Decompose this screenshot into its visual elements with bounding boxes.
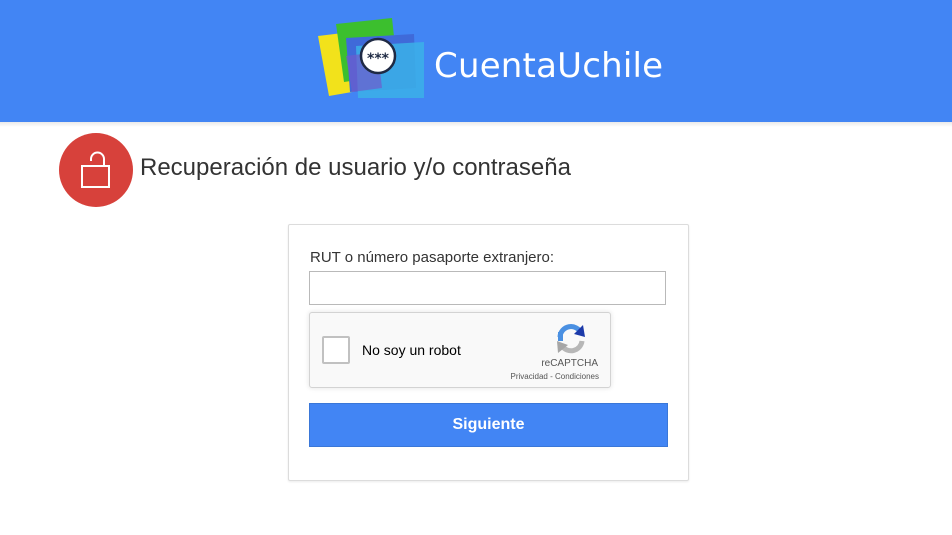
next-button[interactable]: Siguiente (309, 403, 668, 447)
recovery-form-card: RUT o número pasaporte extranjero: No so… (288, 224, 689, 481)
rut-field-label: RUT o número pasaporte extranjero: (310, 249, 555, 266)
cuentauchile-logo-icon: *** (318, 18, 424, 98)
page-title: Recuperación de usuario y/o contraseña (140, 154, 571, 181)
unlock-icon (59, 133, 133, 207)
terms-link[interactable]: Condiciones (555, 372, 599, 381)
recaptcha-widget: No soy un robot reCAPTCHA Privacidad - C… (309, 312, 611, 388)
recaptcha-links: Privacidad - Condiciones (511, 372, 600, 382)
recaptcha-brand: reCAPTCHA (541, 358, 598, 369)
privacy-link[interactable]: Privacidad (511, 372, 548, 381)
header-bar: *** CuentaUchile (0, 0, 952, 122)
recaptcha-label: No soy un robot (362, 342, 461, 358)
links-separator: - (547, 372, 555, 381)
logo-password-text: *** (367, 51, 390, 67)
recaptcha-checkbox[interactable] (322, 336, 350, 364)
header-divider (0, 122, 952, 127)
brand-name: CuentaUchile (434, 46, 664, 86)
rut-input[interactable] (309, 271, 666, 305)
recaptcha-logo-icon (557, 324, 585, 354)
